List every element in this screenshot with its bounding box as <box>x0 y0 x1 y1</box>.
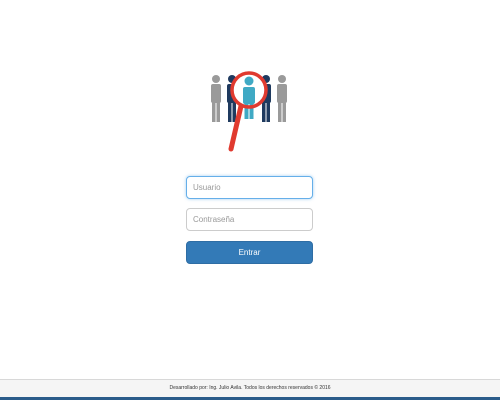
username-input[interactable] <box>186 176 313 199</box>
footer-text: Desarrollado por: Ing. Julio Avila. Todo… <box>169 385 331 391</box>
footer: Desarrollado por: Ing. Julio Avila. Todo… <box>0 379 500 397</box>
password-input[interactable] <box>186 208 313 231</box>
person-icon-gray-right <box>277 75 287 122</box>
login-button[interactable]: Entrar <box>186 241 313 264</box>
person-icon-gray-left <box>211 75 221 122</box>
people-search-icon <box>211 71 287 152</box>
login-page: Entrar Desarrollado por: Ing. Julio Avil… <box>0 0 500 400</box>
